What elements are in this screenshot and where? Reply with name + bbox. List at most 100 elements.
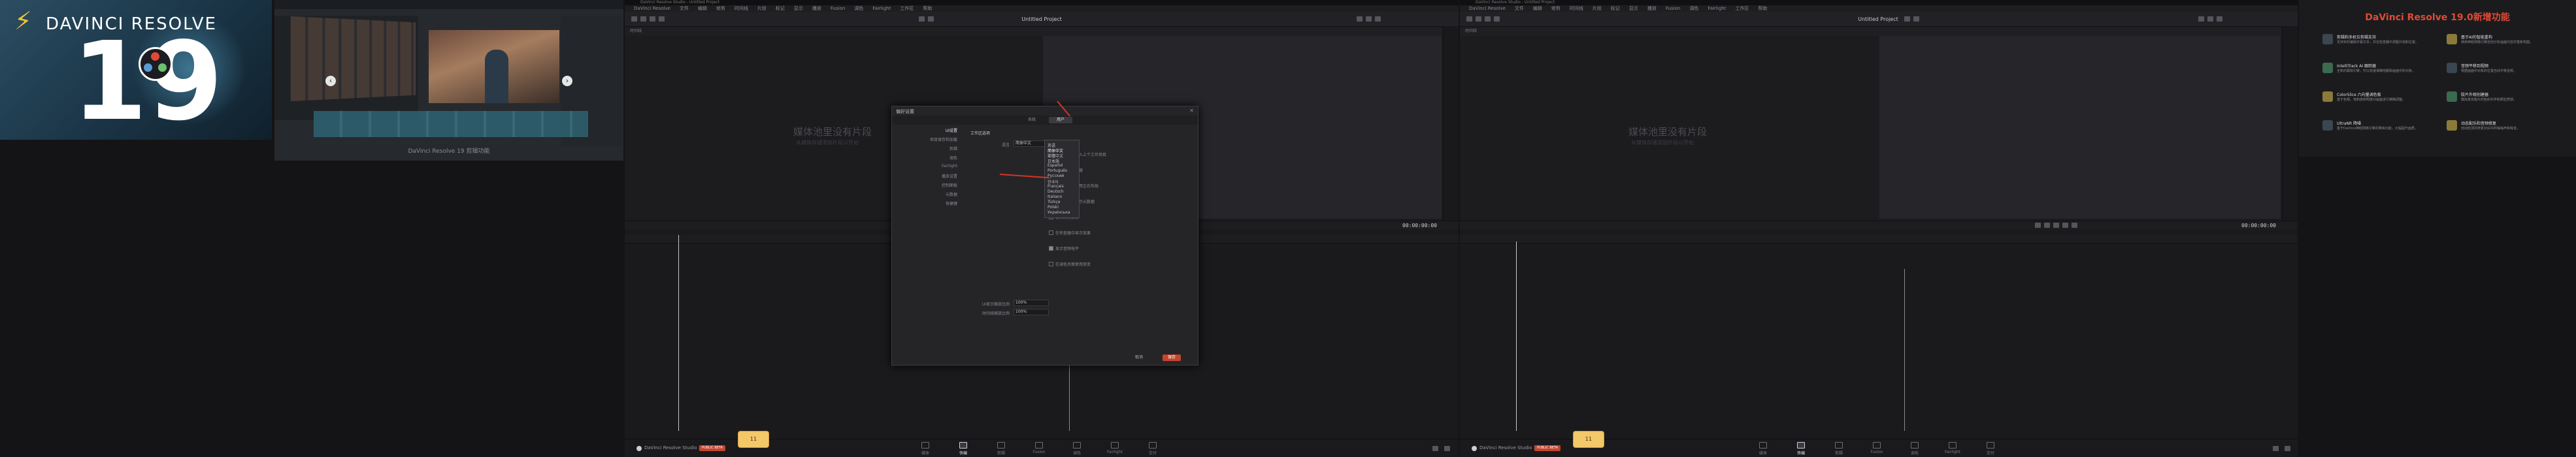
- edit-index-toggle[interactable]: [1485, 16, 1491, 22]
- home-icon[interactable]: [2273, 446, 2279, 451]
- inspector-toggle[interactable]: [2217, 16, 2222, 22]
- sidebar-item[interactable]: 播放设置: [942, 173, 957, 179]
- close-icon[interactable]: ✕: [1189, 108, 1194, 114]
- sidebar-item[interactable]: 元数据: [946, 191, 957, 197]
- menu-item[interactable]: 文件: [680, 6, 689, 11]
- menu-item[interactable]: 时间线: [1570, 6, 1583, 11]
- sidebar-item[interactable]: 快捷键: [946, 200, 957, 206]
- carousel-prev-button[interactable]: ‹: [325, 76, 336, 86]
- play-button[interactable]: [2062, 223, 2068, 228]
- menu-item[interactable]: 标记: [776, 6, 785, 11]
- language-option[interactable]: Français: [1048, 184, 1064, 189]
- page-tab[interactable]: 交付: [1977, 442, 2004, 456]
- menu-item[interactable]: 编辑: [698, 6, 707, 11]
- playhead[interactable]: [1516, 242, 1517, 431]
- menu-item[interactable]: 修剪: [1551, 6, 1560, 11]
- language-select[interactable]: 简体中文: [1014, 140, 1049, 147]
- view-mode-button[interactable]: [928, 16, 934, 22]
- stop-button[interactable]: [2053, 223, 2059, 228]
- sidebar-item[interactable]: Fairlight: [942, 164, 957, 168]
- menu-item[interactable]: 片段: [757, 6, 767, 11]
- effects-toggle[interactable]: [1476, 16, 1481, 22]
- media-pool-toggle[interactable]: [1466, 16, 1472, 22]
- edit-index-toggle[interactable]: [650, 16, 655, 22]
- page-tab[interactable]: 媒体: [1750, 442, 1776, 456]
- menu-item[interactable]: Fusion: [1666, 6, 1680, 11]
- menu-item[interactable]: 编辑: [1533, 6, 1542, 11]
- settings-icon[interactable]: [2285, 446, 2290, 451]
- view-mode-button[interactable]: [919, 16, 925, 22]
- playhead-secondary[interactable]: [1904, 269, 1905, 431]
- page-tab[interactable]: Fairlight: [1102, 442, 1128, 454]
- menu-item[interactable]: 标记: [1611, 6, 1620, 11]
- media-pool-toggle[interactable]: [631, 16, 637, 22]
- menu-item[interactable]: 显示: [1629, 6, 1638, 11]
- menu-item[interactable]: 帮助: [923, 6, 932, 11]
- save-button[interactable]: 保存: [1163, 355, 1181, 361]
- page-tab[interactable]: 媒体: [912, 442, 938, 456]
- language-option[interactable]: Русский: [1048, 174, 1064, 178]
- sound-library-toggle[interactable]: [659, 16, 665, 22]
- prev-frame-button[interactable]: [2035, 223, 2041, 228]
- page-tab[interactable]: 调色: [1064, 442, 1090, 456]
- metadata-toggle[interactable]: [2207, 16, 2213, 22]
- language-option[interactable]: Türkçe: [1048, 200, 1061, 204]
- language-option[interactable]: Polski: [1048, 205, 1059, 210]
- timeline-ruler[interactable]: [1460, 235, 2298, 244]
- option-checkbox[interactable]: [1049, 230, 1053, 235]
- timeline-area[interactable]: [1460, 230, 2298, 437]
- page-tab[interactable]: Fusion: [1026, 442, 1052, 454]
- carousel-next-button[interactable]: ›: [562, 76, 572, 86]
- language-dropdown[interactable]: 英语 简体中文 繁體中文 日本語 Español Português Русский 한국어 F…: [1044, 140, 1080, 218]
- next-frame-button[interactable]: [2072, 223, 2077, 228]
- menu-item[interactable]: 调色: [1689, 6, 1698, 11]
- inspector-toggle[interactable]: [1375, 16, 1381, 22]
- page-tab[interactable]: 调色: [1902, 442, 1928, 456]
- menu-item[interactable]: 播放: [812, 6, 821, 11]
- metadata-toggle[interactable]: [1366, 16, 1372, 22]
- sidebar-item[interactable]: 调色: [949, 155, 957, 161]
- menu-item[interactable]: 播放: [1647, 6, 1657, 11]
- language-option[interactable]: Українська: [1048, 210, 1070, 215]
- menu-item[interactable]: DaVinci Resolve: [1469, 6, 1506, 11]
- menu-item[interactable]: 显示: [794, 6, 803, 11]
- menu-item[interactable]: 工作区: [900, 6, 914, 11]
- option-checkbox[interactable]: [1049, 262, 1053, 266]
- language-option[interactable]: Deutsch: [1048, 189, 1064, 194]
- page-tab[interactable]: 快编: [950, 442, 976, 456]
- menu-item[interactable]: Fusion: [831, 6, 845, 11]
- cancel-button[interactable]: 取消: [1130, 355, 1148, 361]
- menu-item[interactable]: Fairlight: [1708, 6, 1726, 11]
- timeline-scale-field[interactable]: 100%: [1014, 309, 1049, 315]
- sidebar-item[interactable]: UI设置: [946, 127, 957, 133]
- menu-item[interactable]: DaVinci Resolve: [634, 6, 670, 11]
- page-tab[interactable]: 剪辑: [988, 442, 1014, 456]
- effects-toggle[interactable]: [640, 16, 646, 22]
- page-tab[interactable]: 交付: [1140, 442, 1166, 456]
- language-option[interactable]: Português: [1048, 168, 1067, 173]
- menu-item[interactable]: 文件: [1515, 6, 1524, 11]
- menu-item[interactable]: 帮助: [1758, 6, 1767, 11]
- page-tab[interactable]: 剪辑: [1826, 442, 1852, 456]
- language-option[interactable]: Italiano: [1048, 195, 1062, 199]
- menu-item[interactable]: 调色: [854, 6, 863, 11]
- sound-library-toggle[interactable]: [1494, 16, 1500, 22]
- menu-item[interactable]: 时间线: [735, 6, 748, 11]
- mixer-toggle[interactable]: [1357, 16, 1362, 22]
- playhead[interactable]: [678, 235, 679, 431]
- mixer-toggle[interactable]: [2198, 16, 2204, 22]
- menu-item[interactable]: 修剪: [716, 6, 725, 11]
- menu-item[interactable]: 工作区: [1735, 6, 1749, 11]
- page-tab[interactable]: Fusion: [1864, 442, 1890, 454]
- page-tab[interactable]: Fairlight: [1940, 442, 1966, 454]
- source-viewer[interactable]: [1879, 36, 2281, 219]
- sidebar-item[interactable]: 控制面板: [942, 182, 957, 188]
- home-icon[interactable]: [1432, 446, 1438, 451]
- option-checkbox[interactable]: [1049, 246, 1053, 251]
- menu-item[interactable]: 片段: [1593, 6, 1602, 11]
- menu-item[interactable]: Fairlight: [872, 6, 891, 11]
- ui-scale-field[interactable]: 100%: [1014, 300, 1049, 306]
- settings-icon[interactable]: [1444, 446, 1450, 451]
- language-option[interactable]: Español: [1048, 163, 1063, 168]
- page-tab[interactable]: 快编: [1788, 442, 1814, 456]
